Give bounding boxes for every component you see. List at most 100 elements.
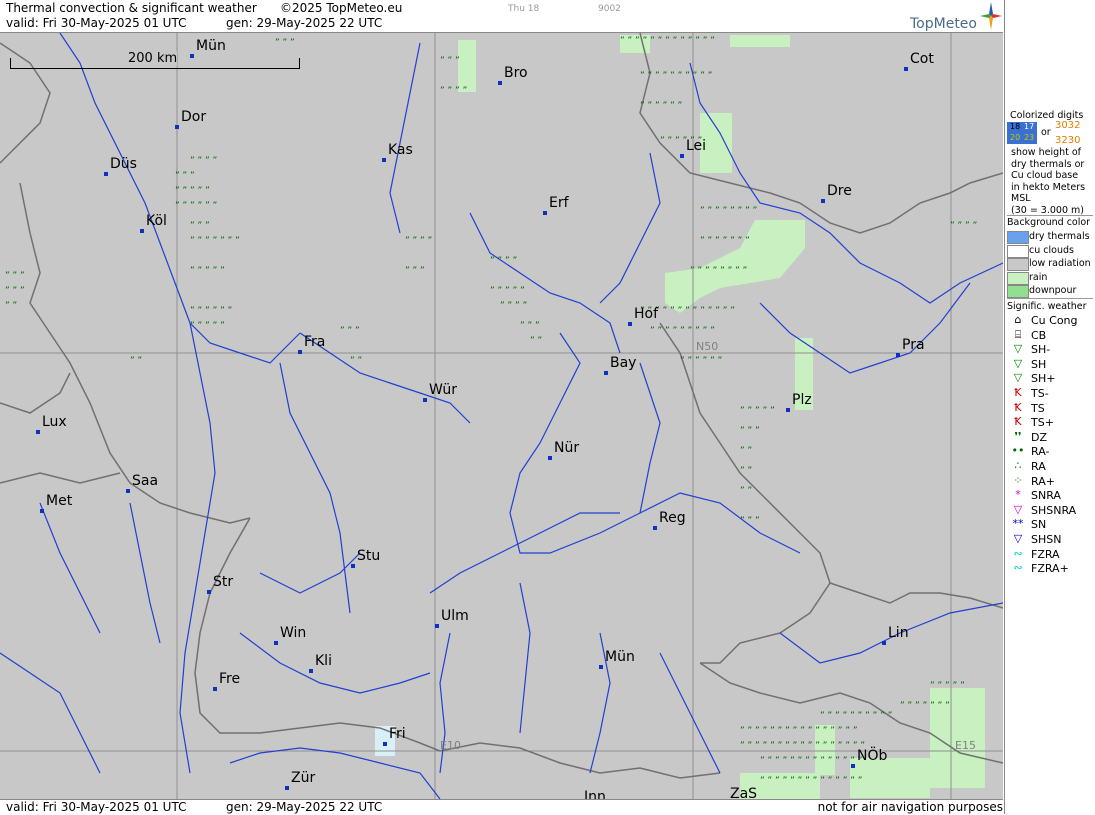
weather-legend-label: SHSN: [1031, 533, 1062, 546]
weather-symbol-icon: ▽: [1013, 502, 1023, 516]
weather-symbol-icon: **: [1012, 517, 1024, 531]
svg-text:” ”: ” ”: [740, 446, 752, 456]
svg-text:” ” ” ” ”: ” ” ” ” ”: [930, 681, 965, 691]
legend-desc-line: dry thermals or: [1011, 158, 1085, 170]
svg-text:” ” ” ” ” ” ” ” ” ”: ” ” ” ” ” ” ” ” ” ”: [820, 711, 892, 721]
legend-digit-d: 3230: [1055, 135, 1081, 146]
svg-text:” ” ”: ” ” ”: [175, 171, 195, 181]
weather-symbol-icon: ▽: [1013, 356, 1023, 370]
svg-text:” ” ” ” ” ” ” ” ” ” ” ” ” ” ”: ” ” ” ” ” ” ” ” ” ” ” ” ” ” ” ” ”: [740, 741, 865, 751]
map-canvas: ” ” ” ” ” ” ” ” ” ” ” ” ” ” ” ” ” ” ” ” …: [0, 33, 1003, 799]
svg-text:” ” ” ” ” ” ”: ” ” ” ” ” ” ”: [700, 236, 750, 246]
city-marker: [628, 322, 632, 326]
weather-symbol-icon: ∾: [1013, 546, 1023, 560]
city-marker: [435, 624, 439, 628]
city-label: Cot: [910, 51, 934, 67]
weather-legend-label: RA+: [1031, 474, 1055, 488]
svg-text:” ” ” ” ” ” ” ” ” ” ” ” ” ”: ” ” ” ” ” ” ” ” ” ” ” ” ” ”: [760, 756, 862, 766]
weather-legend-label: CB: [1031, 328, 1047, 342]
color-swatch: [1007, 231, 1029, 244]
city-label: Düs: [110, 156, 137, 172]
weather-legend-label: FZRA: [1031, 547, 1060, 561]
color-swatch: [1007, 285, 1029, 298]
city-label: Kli: [315, 653, 332, 669]
city-label: Wür: [429, 382, 457, 398]
city-label: Bro: [504, 65, 528, 81]
svg-text:” ”: ” ”: [130, 356, 142, 366]
svg-text:” ” ” ” ” ”: ” ” ” ” ” ”: [680, 356, 722, 366]
rivers: [0, 33, 1003, 799]
legend-desc-line: in hekto Meters: [1011, 181, 1086, 193]
weather-symbol-icon: ❜❜: [1014, 429, 1022, 443]
city-marker: [274, 641, 278, 645]
city-marker: [351, 564, 355, 568]
compass-rose-icon: [980, 2, 1002, 30]
country-borders: [0, 33, 1003, 779]
weather-legend-label: Cu Cong: [1031, 314, 1078, 327]
scale-label: 200 km: [128, 51, 178, 66]
city-marker: [896, 353, 900, 357]
city-label: Erf: [549, 195, 569, 211]
city-marker: [190, 54, 194, 58]
weather-symbol-icon: *: [1015, 488, 1021, 502]
bg-legend-label: downpour: [1029, 285, 1077, 296]
grid-label-e15: E15: [955, 739, 976, 752]
legend-bg-title: Background color: [1007, 217, 1091, 228]
svg-text:” ” ” ”: ” ” ” ”: [500, 301, 527, 311]
weather-symbol-icon: Ꝁ: [1014, 415, 1022, 429]
weather-legend-label: SNRA: [1031, 489, 1061, 503]
weather-legend-label: TS: [1031, 401, 1045, 415]
city-marker: [680, 154, 684, 158]
city-label: Hof: [634, 306, 659, 322]
map-code: 9002: [598, 4, 621, 14]
digits-a2: 17: [1024, 122, 1035, 131]
svg-text:” ”: ” ”: [740, 486, 752, 496]
legend-desc-line: MSL: [1011, 193, 1031, 204]
city-label: Stu: [357, 548, 381, 564]
svg-text:” ” ”: ” ” ”: [520, 321, 540, 331]
svg-text:” ” ”: ” ” ”: [740, 516, 760, 526]
grid-label-n50: N50: [696, 340, 719, 353]
city-label: ZaS: [730, 786, 758, 799]
svg-text:” ” ” ” ” ” ” ” ” ” ” ” ” ” ”: ” ” ” ” ” ” ” ” ” ” ” ” ” ” ” ”: [740, 726, 858, 736]
city-marker: [213, 687, 217, 691]
svg-text:” ” ” ” ” ” ” ” ”: ” ” ” ” ” ” ” ” ”: [650, 326, 715, 336]
day-tab[interactable]: Thu 18: [508, 4, 539, 14]
svg-text:” ”: ” ”: [350, 356, 362, 366]
city-marker: [423, 398, 427, 402]
bg-legend-label: dry thermals: [1029, 231, 1090, 242]
city-label: Reg: [659, 510, 686, 526]
city-marker: [309, 669, 313, 673]
weather-symbol-icon: Ꝁ: [1014, 386, 1022, 399]
city-label: Bay: [610, 355, 637, 371]
footer-disclaimer: not for air navigation purposes: [817, 800, 1003, 814]
city-label: Fra: [304, 334, 326, 350]
weather-symbol-icon: ▽: [1013, 532, 1023, 545]
svg-text:” ” ”: ” ” ”: [275, 38, 295, 48]
city-label: Nür: [554, 440, 580, 456]
legend-divider: [1007, 215, 1093, 216]
city-marker: [175, 125, 179, 129]
weather-symbol-icon: ∴: [1014, 459, 1022, 472]
weather-map[interactable]: ” ” ” ” ” ” ” ” ” ” ” ” ” ” ” ” ” ” ” ” …: [0, 33, 1003, 799]
grid-lines: [0, 33, 1003, 799]
weather-legend-label: SH+: [1031, 372, 1056, 386]
city-marker: [382, 158, 386, 162]
color-swatch: [1007, 244, 1029, 258]
svg-text:” ” ” ” ” ” ” ”: ” ” ” ” ” ” ” ”: [690, 266, 747, 276]
city-marker: [604, 371, 608, 375]
digits-a1: 18: [1010, 122, 1021, 131]
header-bar: Thermal convection & significant weather…: [0, 0, 1003, 33]
footer-bar: valid: Fri 30-May-2025 01 UTC gen: 29-Ma…: [0, 799, 1003, 815]
city-label: Fri: [389, 726, 406, 742]
city-label: NÖb: [857, 748, 888, 764]
svg-text:” ” ”: ” ” ”: [5, 271, 25, 281]
weather-symbol-icon: ⁘: [1013, 473, 1023, 487]
city-marker: [140, 229, 144, 233]
city-marker: [904, 67, 908, 71]
weather-symbol-icon: ∾: [1013, 561, 1023, 575]
svg-text:” ” ” ”: ” ” ” ”: [440, 86, 467, 96]
svg-text:” ” ” ” ” ”: ” ” ” ” ” ”: [190, 306, 232, 316]
weather-legend-label: FZRA+: [1031, 562, 1069, 576]
city-marker: [40, 509, 44, 513]
